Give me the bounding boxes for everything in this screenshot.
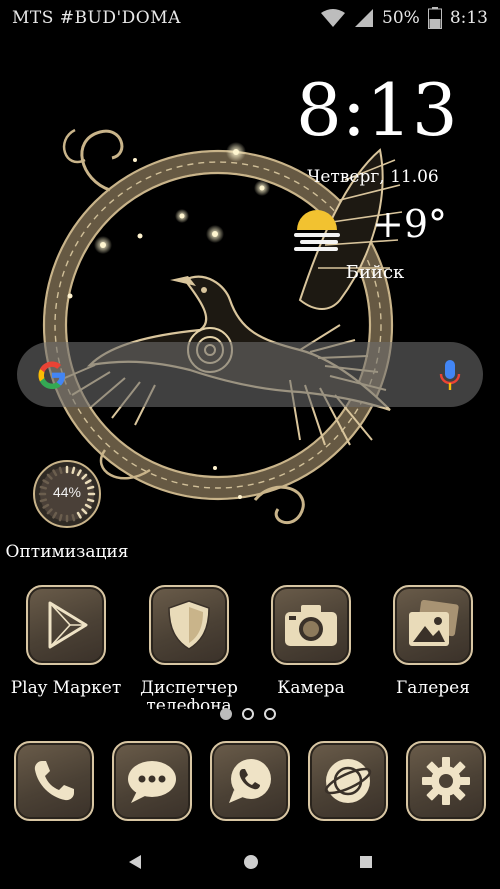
gauge-tick	[71, 514, 76, 522]
gallery-icon	[409, 600, 459, 646]
app-label-phone-manager: Диспетчер телефона	[140, 679, 238, 709]
app-camera[interactable]	[271, 585, 351, 665]
page-dot-1[interactable]	[220, 708, 232, 720]
city-name: Бийск	[345, 262, 405, 283]
whatsapp-icon	[229, 759, 271, 803]
dock-messages[interactable]	[112, 741, 192, 821]
app-gallery[interactable]	[393, 585, 473, 665]
optimization-percent: 44%	[52, 484, 82, 500]
navigation-bar	[0, 834, 500, 889]
microphone-icon[interactable]	[439, 358, 461, 392]
shield-icon	[168, 600, 210, 650]
dock-whatsapp[interactable]	[210, 741, 290, 821]
browser-icon	[324, 759, 372, 803]
app-phone-manager[interactable]	[149, 585, 229, 665]
messages-icon	[128, 761, 176, 803]
app-label-camera: Камера	[277, 678, 345, 698]
app-label-play-market: Play Маркет	[10, 678, 122, 698]
google-search-bar[interactable]	[17, 342, 483, 407]
optimization-label[interactable]: Оптимизация	[5, 543, 129, 562]
settings-gear-icon	[422, 757, 470, 805]
app-label-gallery: Галерея	[396, 678, 470, 698]
wifi-icon	[321, 9, 346, 27]
signal-icon	[355, 9, 374, 27]
battery-icon	[427, 7, 442, 29]
temperature: +9°	[372, 202, 448, 246]
sun-behind-fog-icon[interactable]	[290, 200, 344, 254]
dock-browser[interactable]	[308, 741, 388, 821]
carrier-name: MTS #BUD'DOMA	[12, 8, 181, 28]
gauge-tick	[58, 514, 63, 522]
recents-square-icon[interactable]	[359, 855, 373, 869]
play-store-icon	[48, 601, 88, 649]
status-icons: 50% 8:13	[320, 7, 488, 29]
status-time: 8:13	[449, 8, 488, 28]
battery-percent: 50%	[382, 8, 420, 28]
clock-widget-time[interactable]: 8:13	[296, 74, 458, 146]
home-circle-icon[interactable]	[243, 854, 259, 870]
phone-icon	[34, 761, 74, 801]
page-dot-2[interactable]	[242, 708, 254, 720]
app-play-market[interactable]	[26, 585, 106, 665]
page-dot-3[interactable]	[264, 708, 276, 720]
gauge-tick	[71, 466, 76, 474]
google-g-icon	[38, 361, 65, 389]
clock-widget-date: Четверг, 11.06	[307, 167, 439, 187]
camera-icon	[285, 605, 337, 646]
status-bar: MTS #BUD'DOMA 50% 8:13	[0, 0, 500, 36]
page-indicator[interactable]	[220, 708, 276, 720]
dock-settings[interactable]	[406, 741, 486, 821]
dock-phone[interactable]	[14, 741, 94, 821]
back-triangle-icon[interactable]	[127, 854, 143, 870]
gauge-tick	[58, 466, 63, 474]
